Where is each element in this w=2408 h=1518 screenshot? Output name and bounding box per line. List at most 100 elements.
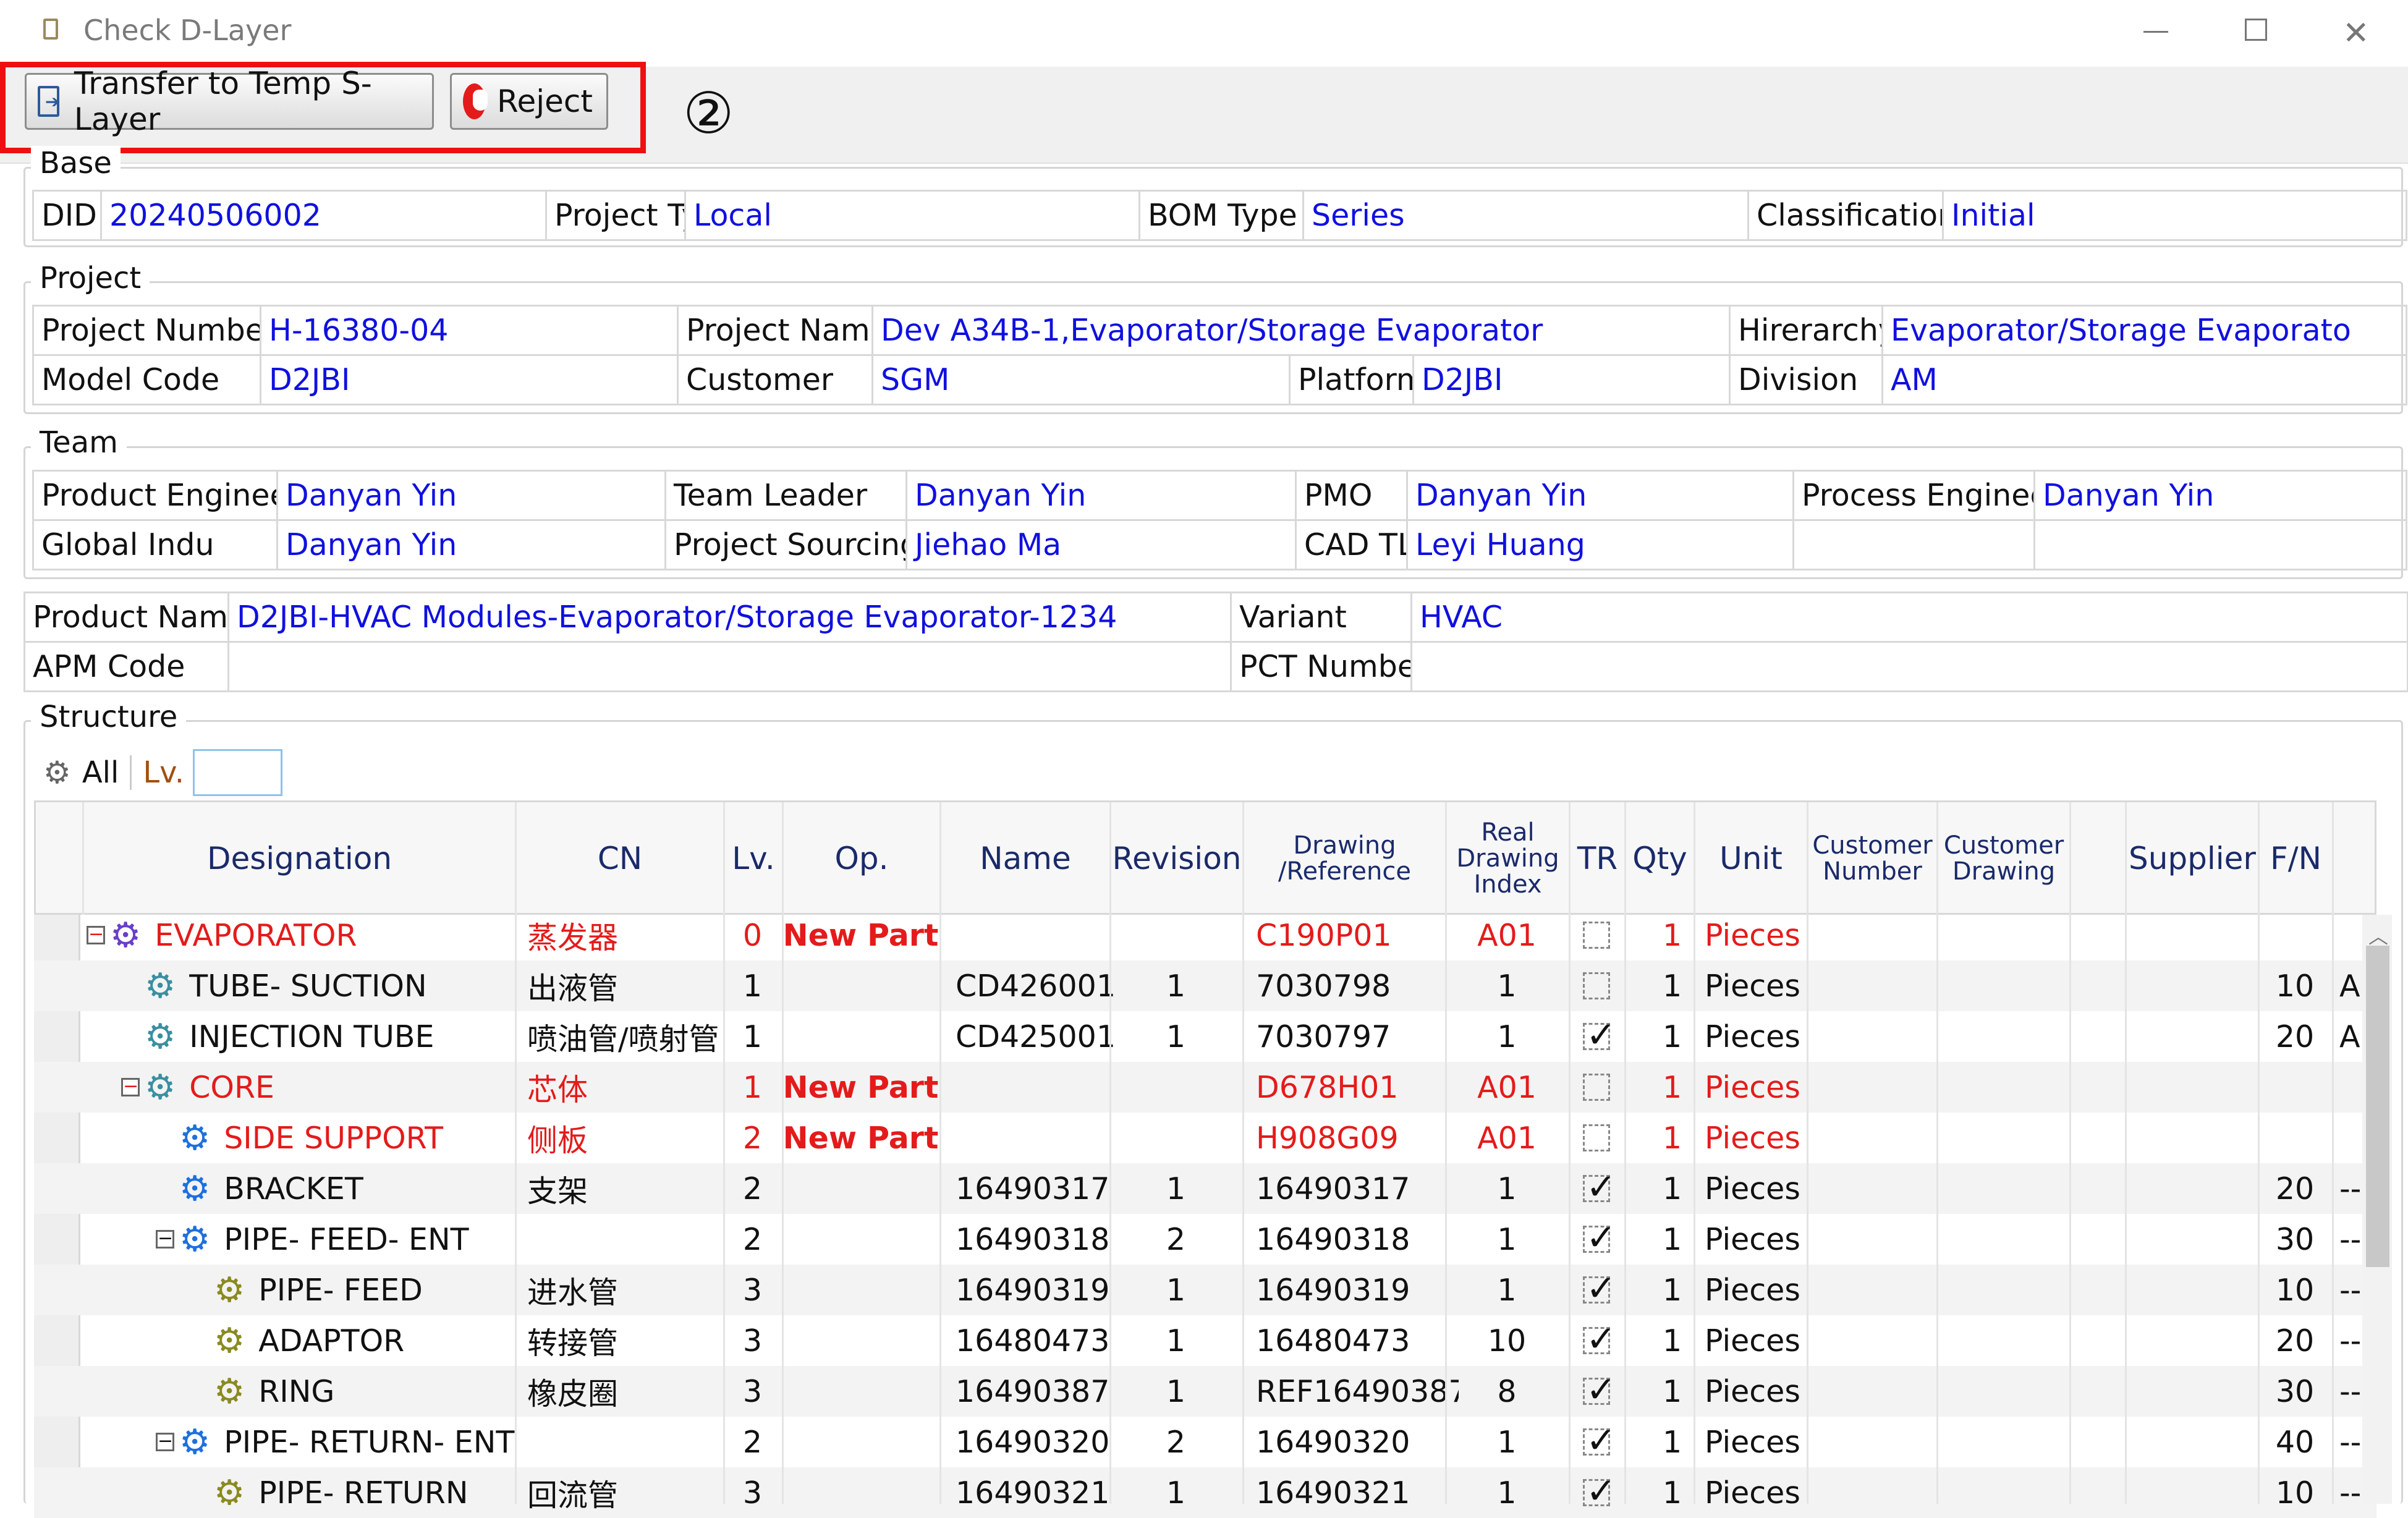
col-customer-drawing[interactable]: Customer Drawing bbox=[1938, 802, 2071, 915]
table-row[interactable]: ⚙ PIPE- RETURN 回流管 3 16490321 1 16490321 1 1 Piec… bbox=[34, 1467, 2376, 1518]
col-more[interactable] bbox=[2334, 802, 2378, 915]
designation-cell[interactable]: − ⚙ PIPE- FEED- ENT bbox=[156, 1214, 515, 1265]
cn-cell: 转接管 bbox=[527, 1325, 619, 1361]
designation-cell[interactable]: − ⚙ CORE bbox=[121, 1062, 515, 1113]
lv-cell: 1 bbox=[742, 1069, 763, 1105]
column-divider bbox=[2258, 915, 2260, 1504]
col-designation[interactable]: Designation bbox=[84, 802, 517, 915]
app-icon bbox=[43, 19, 58, 40]
table-row[interactable]: ⚙ INJECTION TUBE 喷油管/喷射管 1 CD425001 1 7030797 1… bbox=[34, 1011, 2376, 1062]
col-lv[interactable]: Lv. bbox=[725, 802, 784, 915]
column-divider bbox=[939, 915, 941, 1504]
table-row[interactable]: ⚙ PIPE- FEED 进水管 3 16490319 1 16490319 1 1 Pieces… bbox=[34, 1265, 2376, 1315]
gears-icon[interactable]: ⚙ bbox=[43, 755, 71, 791]
team-table: Product Engineer Danyan Yin Team Leader … bbox=[32, 470, 2407, 570]
tr-cell bbox=[1569, 1011, 1624, 1062]
designation-cell[interactable]: − ⚙ EVAPORATOR bbox=[87, 910, 515, 960]
checkbox-unchecked-icon[interactable] bbox=[1583, 972, 1610, 999]
checkbox-checked-icon[interactable] bbox=[1583, 1166, 1616, 1208]
op-cell: New Part bbox=[782, 1120, 939, 1156]
table-row[interactable]: ⚙ BRACKET 支架 2 16490317 1 16490317 1 1 Pieces 20 -- bbox=[34, 1163, 2376, 1214]
checkbox-unchecked-icon[interactable] bbox=[1583, 922, 1610, 949]
designation-cell[interactable]: ⚙ TUBE- SUCTION bbox=[121, 960, 515, 1011]
table-row[interactable]: ⚙ SIDE SUPPORT 侧板 2 New Part H908G09 A01 1 Piece… bbox=[34, 1113, 2376, 1163]
close-icon[interactable]: ✕ bbox=[2342, 12, 2392, 52]
table-row[interactable]: ⚙ RING 橡皮圈 3 16490387 1 REF16490387 8 1 Pieces 30-… bbox=[34, 1366, 2376, 1417]
collapse-icon[interactable]: − bbox=[156, 1432, 174, 1451]
level-input[interactable] bbox=[193, 749, 283, 796]
title-bar: Check D-Layer ✕ bbox=[0, 0, 2408, 67]
col-customer-number[interactable]: Customer Number bbox=[1808, 802, 1938, 915]
unit-cell: Pieces bbox=[1705, 1019, 1800, 1054]
revision-cell bbox=[1109, 910, 1242, 960]
index-cell: 1 bbox=[1497, 1221, 1517, 1257]
drawing-cell: D678H01 bbox=[1256, 1069, 1399, 1105]
table-row[interactable]: − ⚙ EVAPORATOR 蒸发器 0 New Part C190P01 A01 1 Piece… bbox=[34, 910, 2376, 960]
checkbox-checked-icon[interactable] bbox=[1583, 1368, 1616, 1410]
collapse-icon[interactable]: − bbox=[156, 1229, 174, 1249]
col-cn[interactable]: CN bbox=[517, 802, 725, 915]
checkbox-unchecked-icon[interactable] bbox=[1583, 1074, 1610, 1101]
project-name-label: Project Name bbox=[677, 305, 873, 356]
checkbox-unchecked-icon[interactable] bbox=[1583, 1124, 1610, 1151]
index-cell: 1 bbox=[1497, 1475, 1517, 1511]
scrollbar-thumb[interactable] bbox=[2366, 946, 2389, 1267]
gear-icon: ⚙ bbox=[179, 1422, 211, 1462]
col-supplier[interactable]: Supplier bbox=[2127, 802, 2260, 915]
col-name[interactable]: Name bbox=[941, 802, 1111, 915]
col-revision[interactable]: Revision bbox=[1111, 802, 1244, 915]
unit-cell: Pieces bbox=[1705, 968, 1800, 1004]
project-table: Project Number H-16380-04 Project Name D… bbox=[32, 305, 2407, 405]
col-real-drawing-index[interactable]: Real Drawing Index bbox=[1447, 802, 1571, 915]
designation-cell[interactable]: ⚙ ADAPTOR bbox=[190, 1315, 515, 1366]
name-cell: 16490387 bbox=[956, 1373, 1110, 1409]
table-row[interactable]: − ⚙ PIPE- FEED- ENT 2 16490318 2 16490318 1 1 Pie… bbox=[34, 1214, 2376, 1265]
highlight-box bbox=[0, 62, 646, 153]
designation-cell[interactable]: ⚙ INJECTION TUBE bbox=[121, 1011, 515, 1062]
col-blank[interactable] bbox=[2071, 802, 2127, 915]
name-cell: 16490321 bbox=[956, 1475, 1110, 1511]
table-row[interactable]: ⚙ ADAPTOR 转接管 3 16480473 1 16480473 10 1 Pieces 20… bbox=[34, 1315, 2376, 1366]
window-title: Check D-Layer bbox=[83, 14, 292, 47]
product-engineer-label: Product Engineer bbox=[32, 470, 278, 521]
team-leader-label: Team Leader bbox=[664, 470, 907, 521]
col-unit[interactable]: Unit bbox=[1695, 802, 1808, 915]
column-divider bbox=[1936, 915, 1938, 1504]
designation-cell[interactable]: ⚙ SIDE SUPPORT bbox=[156, 1113, 515, 1163]
col-op[interactable]: Op. bbox=[784, 802, 941, 915]
drawing-cell: 7030797 bbox=[1256, 1019, 1391, 1054]
col-qty[interactable]: Qty bbox=[1626, 802, 1695, 915]
col-drawing[interactable]: Drawing /Reference bbox=[1244, 802, 1447, 915]
checkbox-checked-icon[interactable] bbox=[1583, 1216, 1616, 1258]
collapse-icon[interactable]: − bbox=[87, 925, 105, 944]
collapse-icon[interactable]: − bbox=[121, 1077, 140, 1096]
table-row[interactable]: − ⚙ CORE 芯体 1 New Part D678H01 A01 1 Pieces bbox=[34, 1062, 2376, 1113]
designation-cell[interactable]: ⚙ BRACKET bbox=[156, 1163, 515, 1214]
lv-cell: 2 bbox=[742, 1120, 763, 1156]
op-cell bbox=[782, 960, 939, 1011]
checkbox-checked-icon[interactable] bbox=[1583, 1267, 1616, 1309]
col-tr[interactable]: TR bbox=[1571, 802, 1626, 915]
minimize-icon[interactable] bbox=[2132, 12, 2182, 49]
drawing-cell: 16480473 bbox=[1256, 1323, 1410, 1359]
project-sourcing-label: Project Sourcing bbox=[664, 519, 907, 570]
classification-label: Classification bbox=[1747, 190, 1944, 241]
checkbox-checked-icon[interactable] bbox=[1583, 1419, 1616, 1461]
cn-cell bbox=[515, 1417, 736, 1467]
designation-cell[interactable]: ⚙ PIPE- RETURN bbox=[190, 1467, 515, 1518]
table-row[interactable]: − ⚙ PIPE- RETURN- ENT 2 16490320 2 16490320 1 1 P… bbox=[34, 1417, 2376, 1467]
maximize-icon[interactable] bbox=[2232, 12, 2282, 49]
col-fn[interactable]: F/N bbox=[2260, 802, 2334, 915]
checkbox-checked-icon[interactable] bbox=[1583, 1014, 1616, 1056]
designation-text: EVAPORATOR bbox=[155, 917, 357, 953]
checkbox-checked-icon[interactable] bbox=[1583, 1470, 1616, 1512]
designation-cell[interactable]: ⚙ RING bbox=[190, 1366, 515, 1417]
base-group-label: Base bbox=[31, 146, 121, 180]
all-button[interactable]: All bbox=[82, 755, 119, 790]
project-number-label: Project Number bbox=[32, 305, 261, 356]
checkbox-checked-icon[interactable] bbox=[1583, 1318, 1616, 1360]
tr-cell bbox=[1569, 960, 1624, 1011]
designation-cell[interactable]: ⚙ PIPE- FEED bbox=[190, 1265, 515, 1315]
table-row[interactable]: ⚙ TUBE- SUCTION 出液管 1 CD426001 1 7030798 1 1 Piec… bbox=[34, 960, 2376, 1011]
designation-cell[interactable]: − ⚙ PIPE- RETURN- ENT bbox=[156, 1417, 515, 1467]
